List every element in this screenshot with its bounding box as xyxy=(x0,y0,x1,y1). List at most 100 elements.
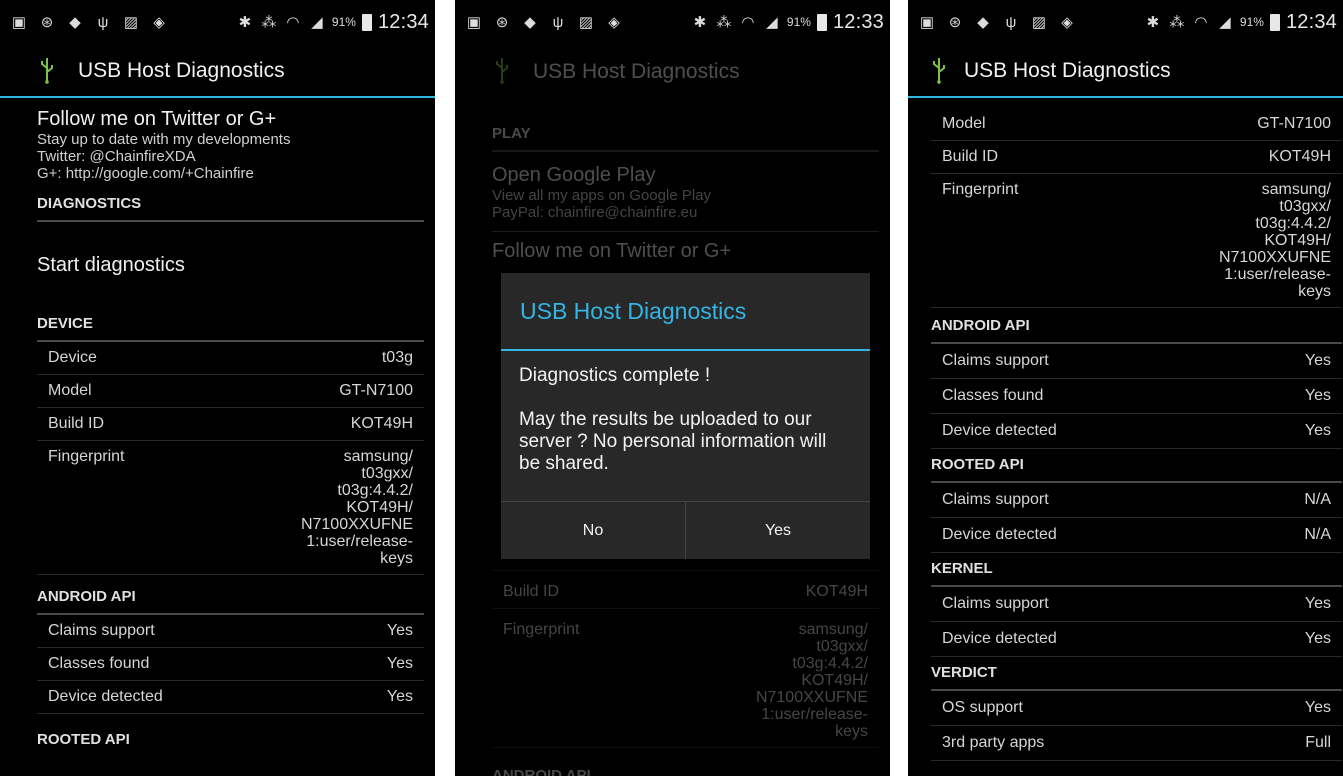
follow-line-2: Twitter: @ChainfireXDA xyxy=(37,148,196,165)
row-key: Build ID xyxy=(48,415,105,432)
row-value: Yes xyxy=(386,688,413,705)
fingerprint-row: Fingerprint samsung/ t03gxx/ t03g:4.4.2/ … xyxy=(492,609,879,748)
follow-title: Follow me on Twitter or G+ xyxy=(492,240,732,262)
classes-found-row: Classes found Yes xyxy=(37,648,424,681)
row-value: KOT49H xyxy=(805,583,868,600)
section-header-device: DEVICE xyxy=(37,308,424,342)
app-title: USB Host Diagnostics xyxy=(78,59,285,82)
row-key: Device detected xyxy=(942,526,1057,543)
row-key: Fingerprint xyxy=(503,621,580,638)
usb-logo-icon xyxy=(41,58,53,84)
image-icon: ▨ xyxy=(578,14,594,31)
row-value: Yes xyxy=(1304,352,1331,369)
model-row: Model GT-N7100 xyxy=(37,375,424,408)
row-value: Yes xyxy=(1304,387,1331,404)
signal-icon: ◢ xyxy=(766,14,778,31)
row-value: KOT49H xyxy=(350,415,413,432)
background-device-list: ModelGT-N7100 Build IDKOT49H Fingerprint… xyxy=(455,538,890,776)
start-diagnostics-button[interactable]: Start diagnostics xyxy=(37,222,424,308)
section-header-android-api: ANDROID API xyxy=(37,575,424,615)
wifi-icon: ◠ xyxy=(286,14,300,31)
action-bar: USB Host Diagnostics xyxy=(455,46,890,98)
section-header-diagnostics: DIAGNOSTICS xyxy=(37,182,424,222)
claims-support-row: Claims support Yes xyxy=(37,615,424,648)
row-value: GT-N7100 xyxy=(339,382,413,399)
fingerprint-row: Fingerprint samsung/ t03gxx/ t03g:4.4.2/ … xyxy=(931,174,1342,308)
section-header-android-api: ANDROID API xyxy=(931,308,1342,344)
security-icon: ◈ xyxy=(1061,14,1073,31)
row-key: Model xyxy=(48,382,92,399)
row-key: Classes found xyxy=(48,655,150,672)
signal-icon: ◢ xyxy=(311,14,323,31)
wifi-hotspot-icon: ⊛ xyxy=(495,14,509,31)
battery-percent: 91% xyxy=(331,15,356,29)
row-key: Device detected xyxy=(48,688,163,705)
wifi-hotspot-icon: ⊛ xyxy=(948,14,962,31)
row-value: Yes xyxy=(1304,595,1331,612)
row-key: Claims support xyxy=(942,352,1049,369)
usb-icon: ψ xyxy=(1005,13,1017,31)
dialog-message: Diagnostics complete ! May the results b… xyxy=(519,365,827,474)
section-header-rooted-api: ROOTED API xyxy=(37,731,130,748)
usb-logo-icon xyxy=(496,58,508,84)
follow-title: Follow me on Twitter or G+ xyxy=(37,108,277,130)
security-icon: ◈ xyxy=(153,14,165,31)
upload-dialog: USB Host Diagnostics Diagnostics complet… xyxy=(501,273,870,559)
notification-icon: ▣ xyxy=(919,14,935,31)
follow-twitter-item[interactable]: Follow me on Twitter or G+ Stay up to da… xyxy=(37,108,424,182)
kernel-device-detected-row: Device detected Yes xyxy=(931,622,1342,657)
battery-icon xyxy=(361,13,372,31)
row-key: OS support xyxy=(942,699,1023,716)
row-value: Yes xyxy=(386,655,413,672)
play-title: Open Google Play xyxy=(492,164,656,186)
follow-line-1: Stay up to date with my developments xyxy=(37,131,291,148)
notification-icon: ▣ xyxy=(466,14,482,31)
security-icon: ◈ xyxy=(608,14,620,31)
device-list: Device t03g Model GT-N7100 Build ID KOT49H … xyxy=(0,342,435,575)
battery-icon xyxy=(816,13,827,31)
row-value: samsung/ t03gxx/ t03g:4.4.2/ KOT49H/ N71… xyxy=(1218,181,1331,300)
row-value: Yes xyxy=(1304,422,1331,439)
bluetooth-icon: ✱ xyxy=(693,14,707,31)
dialog-title: USB Host Diagnostics xyxy=(501,273,870,351)
phone-screen-1: ▣ ⊛ ◆ ψ ▨ ◈ ✱ ⁂ ◠ ◢ 91% 12:34 USB Host D… xyxy=(0,0,435,776)
battery-percent: 91% xyxy=(786,15,811,29)
mute-icon: ⁂ xyxy=(261,14,277,31)
row-key: Model xyxy=(942,115,986,132)
section-header-rooted-api: ROOTED API xyxy=(931,449,1342,483)
app-title: USB Host Diagnostics xyxy=(964,59,1171,82)
play-line-2: PayPal: chainfire@chainfire.eu xyxy=(492,204,698,221)
row-key: Fingerprint xyxy=(942,181,1019,198)
fingerprint-row: Fingerprint samsung/ t03gxx/ t03g:4.4.2/ … xyxy=(37,441,424,575)
open-google-play-item[interactable]: Open Google Play View all my apps on Goo… xyxy=(492,164,879,232)
mute-icon: ⁂ xyxy=(1169,14,1185,31)
device-row: Device t03g xyxy=(37,342,424,375)
device-detected-row: Device detected Yes xyxy=(931,414,1342,449)
row-value: samsung/ t03gxx/ t03g:4.4.2/ KOT49H/ N71… xyxy=(300,448,413,567)
no-button[interactable]: No xyxy=(501,502,685,559)
section-header-play: PLAY xyxy=(492,100,879,152)
row-key: Fingerprint xyxy=(48,448,125,465)
rooted-device-detected-row: Device detected N/A xyxy=(931,518,1342,553)
row-value: Yes xyxy=(1304,699,1331,716)
follow-twitter-item[interactable]: Follow me on Twitter or G+ xyxy=(492,240,879,263)
start-diagnostics-label: Start diagnostics xyxy=(37,253,185,276)
battery-percent: 91% xyxy=(1239,15,1264,29)
phone-screen-3: ▣ ⊛ ◆ ψ ▨ ◈ ✱ ⁂ ◠ ◢ 91% 12:34 USB Host D… xyxy=(908,0,1343,776)
follow-line-3: G+: http://google.com/+Chainfire xyxy=(37,165,254,182)
section-header-android-api: ANDROID API xyxy=(492,767,591,776)
row-key: 3rd party apps xyxy=(942,734,1045,751)
usb-icon: ψ xyxy=(552,13,564,31)
image-icon: ▨ xyxy=(1031,14,1047,31)
row-key: Claims support xyxy=(48,622,155,639)
signal-icon: ◢ xyxy=(1219,14,1231,31)
yes-button[interactable]: Yes xyxy=(685,502,870,559)
model-row: Model GT-N7100 xyxy=(931,108,1342,141)
bluetooth-icon: ✱ xyxy=(238,14,252,31)
row-value: samsung/ t03gxx/ t03g:4.4.2/ KOT49H/ N71… xyxy=(755,621,868,740)
section-header-verdict: VERDICT xyxy=(931,657,1342,691)
row-key: Claims support xyxy=(942,595,1049,612)
shield-icon: ◆ xyxy=(69,14,81,31)
battery-icon xyxy=(1269,13,1280,31)
wifi-hotspot-icon: ⊛ xyxy=(40,14,54,31)
